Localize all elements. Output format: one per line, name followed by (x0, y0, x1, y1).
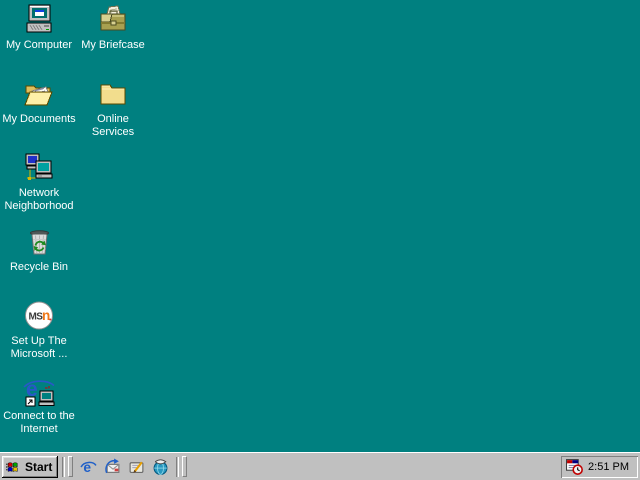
network-neighborhood-icon (25, 153, 53, 180)
outlook-express-icon (105, 458, 120, 474)
quick-launch-drag-handle[interactable] (68, 456, 74, 477)
quick-launch-view-channels[interactable] (149, 456, 172, 478)
desktop-icon-my-briefcase[interactable]: My Briefcase (74, 4, 152, 52)
start-button[interactable]: Start (2, 455, 59, 478)
my-computer-icon (26, 4, 52, 33)
my-documents-icon (24, 85, 53, 106)
desktop-icon-connect-internet[interactable]: e Connect to the Internet (0, 375, 78, 436)
svg-text:e: e (83, 459, 91, 475)
quick-launch-internet-explorer[interactable]: e (77, 456, 100, 478)
recycle-bin-icon (30, 230, 49, 255)
desktop-icon-recycle-bin[interactable]: Recycle Bin (0, 226, 78, 274)
system-tray: 2:51 PM (561, 456, 638, 478)
taskbar-divider (176, 456, 180, 477)
icon-label: Set Up The Microsoft ... (10, 335, 68, 360)
msn-icon: MS n (25, 301, 53, 330)
connect-internet-icon: e (23, 378, 55, 407)
quick-launch-show-desktop[interactable] (125, 456, 148, 478)
icon-label: My Computer (5, 39, 73, 51)
icon-label: Recycle Bin (9, 261, 69, 273)
icon-label: Connect to the Internet (3, 410, 75, 435)
icon-label: Network Neighborhood (4, 187, 74, 212)
desktop-icon-setup-msn[interactable]: MS n Set Up The Microsoft ... (0, 300, 78, 361)
show-desktop-icon (129, 461, 144, 473)
start-label: Start (25, 459, 53, 474)
desktop-icon-my-computer[interactable]: My Computer (0, 4, 78, 52)
quick-launch-outlook-express[interactable] (101, 456, 124, 478)
win98-desktop: { "desktop": { "background_color": "#008… (0, 0, 640, 480)
desktop-icon-online-services[interactable]: Online Services (74, 78, 152, 139)
desktop-icon-network-neighborhood[interactable]: Network Neighborhood (0, 152, 78, 213)
icon-label: Online Services (91, 113, 135, 138)
taskbar-drag-handle[interactable] (182, 456, 188, 477)
task-scheduler-icon[interactable] (566, 458, 583, 475)
taskbar: Start e 2:51 PM (0, 452, 640, 480)
my-briefcase-icon (100, 5, 126, 31)
view-channels-icon (153, 459, 168, 475)
desktop-icon-my-documents[interactable]: My Documents (0, 78, 78, 126)
windows-logo-icon (6, 461, 18, 472)
online-services-icon (100, 84, 126, 105)
icon-label: My Briefcase (81, 39, 145, 51)
icon-label: My Documents (2, 113, 76, 125)
svg-text:n: n (42, 308, 50, 323)
taskbar-divider (62, 456, 66, 477)
tray-clock[interactable]: 2:51 PM (588, 461, 629, 473)
internet-explorer-icon: e (80, 459, 97, 475)
